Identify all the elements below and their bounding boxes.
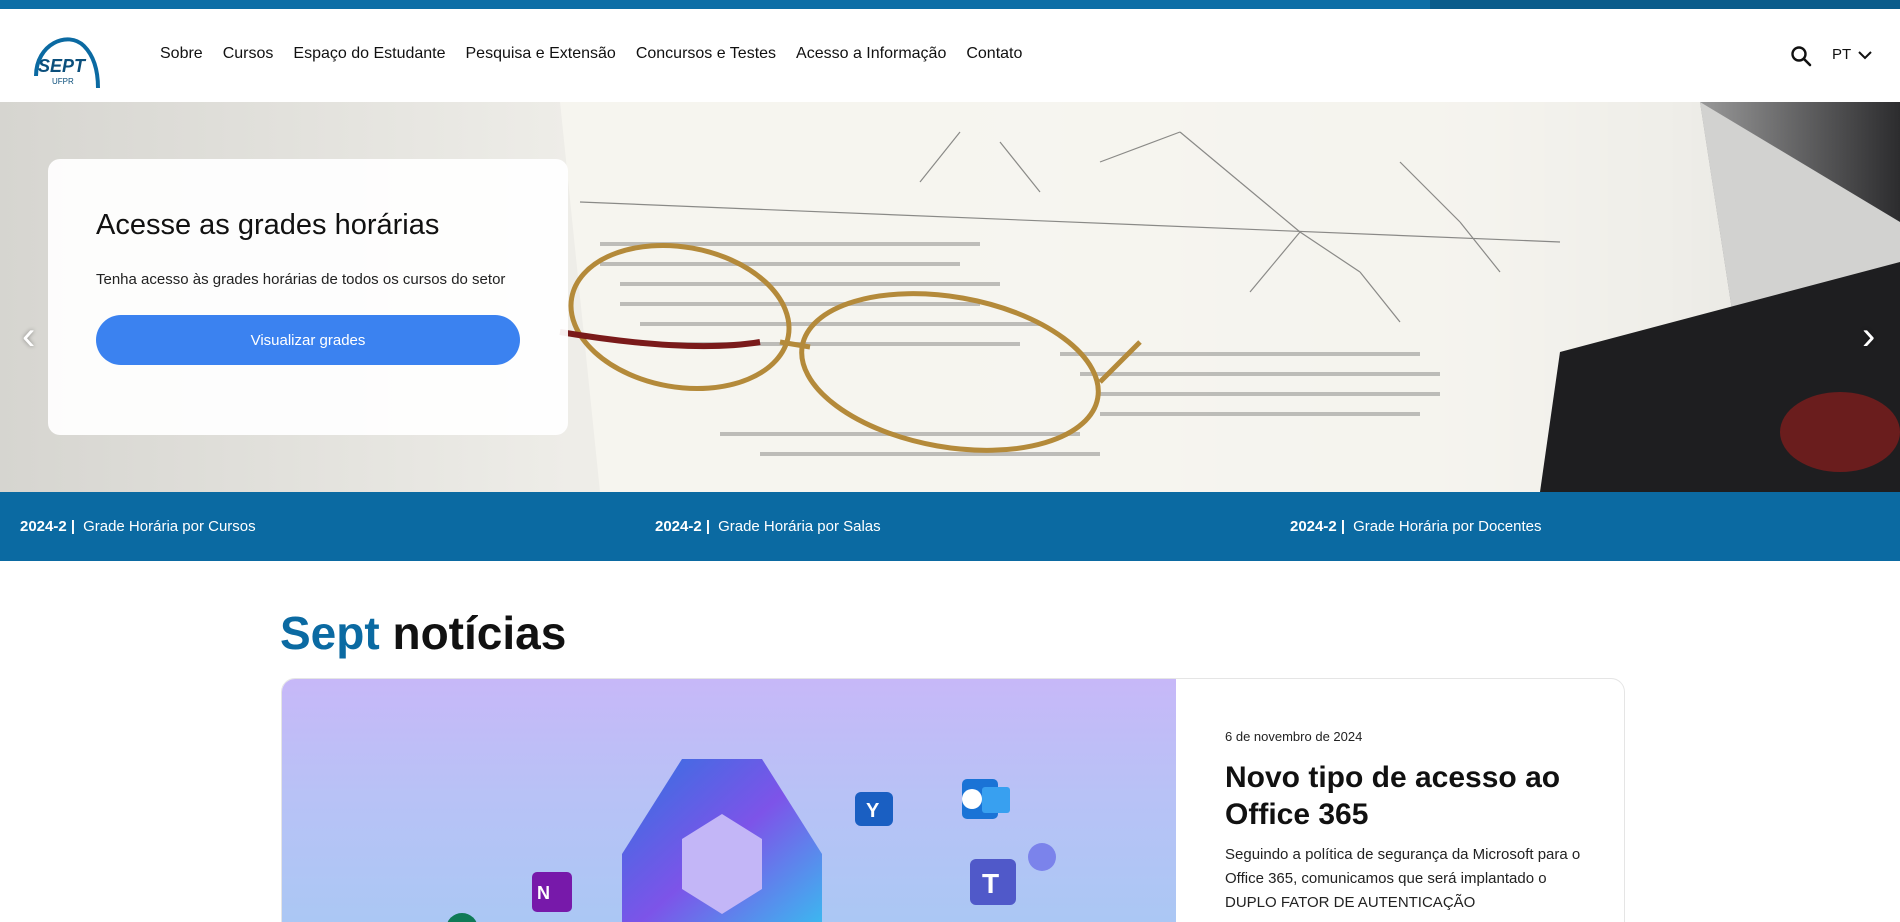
search-icon [1791,46,1812,67]
outlook-icon [962,779,1010,819]
news-image: Y T N [282,679,1176,922]
news-heading-brand: Sept [280,607,380,659]
office-apps-illustration: Y T N [447,759,1056,922]
schedule-link-rooms[interactable]: 2024-2 | Grade Horária por Salas [655,518,881,535]
view-schedules-button[interactable]: Visualizar grades [96,315,520,365]
schedule-links-bar: 2024-2 | Grade Horária por Cursos 2024-2 … [0,492,1900,561]
schedule-link-label: Grade Horária por Cursos [83,518,256,535]
svg-text:Y: Y [866,800,880,822]
logo-icon: SEPT UFPR [34,37,100,89]
onenote-icon: N [532,872,572,912]
carousel-prev-icon[interactable]: ‹ [22,316,35,356]
logo-subtext: UFPR [52,77,74,86]
hero-title: Acesse as grades horárias [96,209,440,241]
language-label: PT [1832,46,1852,63]
svg-text:T: T [982,868,999,899]
nav-item-contato[interactable]: Contato [966,45,1022,63]
schedule-term: 2024-2 | [1290,518,1346,535]
svg-text:N: N [537,883,550,903]
teams-icon: T [970,843,1056,905]
news-heading-text: notícias [392,607,567,659]
nav-item-cursos[interactable]: Cursos [223,45,274,63]
hero-subtitle: Tenha acesso às grades horárias de todos… [96,271,506,288]
nav-item-concursos-testes[interactable]: Concursos e Testes [636,45,776,63]
top-accent-bar [0,0,1900,9]
schedule-link-teachers[interactable]: 2024-2 | Grade Horária por Docentes [1290,518,1542,535]
logo-text: SEPT [38,56,87,76]
search-button[interactable] [1790,45,1812,67]
nav-item-pesquisa-extensao[interactable]: Pesquisa e Extensão [466,45,616,63]
news-heading: Sept notícias [280,606,566,660]
site-header: SEPT UFPR Sobre Cursos Espaço do Estudan… [0,9,1900,102]
news-title[interactable]: Novo tipo de acesso ao Office 365 [1225,759,1585,833]
chevron-down-icon [1858,50,1872,59]
main-nav: Sobre Cursos Espaço do Estudante Pesquis… [160,45,1042,63]
schedule-term: 2024-2 | [20,518,76,535]
schedule-link-label: Grade Horária por Salas [718,518,881,535]
schedule-term: 2024-2 | [655,518,711,535]
language-selector[interactable]: PT [1832,46,1873,63]
nav-item-acesso-informacao[interactable]: Acesso a Informação [796,45,946,63]
schedule-link-label: Grade Horária por Docentes [1353,518,1542,535]
nav-item-sobre[interactable]: Sobre [160,45,203,63]
news-card[interactable]: Y T N 6 de novembro de 2024 Novo tipo de… [281,678,1625,922]
news-excerpt: Seguindo a política de segurança da Micr… [1225,846,1581,911]
news-date: 6 de novembro de 2024 [1225,729,1363,744]
nav-item-espaco-estudante[interactable]: Espaço do Estudante [293,45,445,63]
sept-logo[interactable]: SEPT UFPR [28,26,104,90]
carousel-next-icon[interactable]: › [1862,316,1875,356]
yammer-icon: Y [855,792,893,826]
top-accent-segment [1430,0,1900,9]
hero-carousel: Acesse as grades horárias Tenha acesso à… [0,102,1900,492]
schedule-link-courses[interactable]: 2024-2 | Grade Horária por Cursos [20,518,256,535]
hero-card: Acesse as grades horárias Tenha acesso à… [48,159,568,435]
